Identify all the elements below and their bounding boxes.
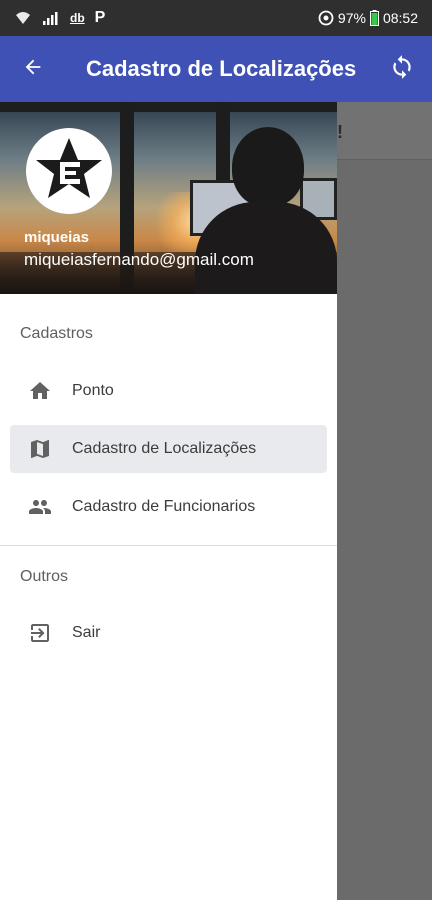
content-text-fragment: ! xyxy=(337,122,343,142)
exit-icon xyxy=(28,621,52,645)
content-scrim[interactable]: ! xyxy=(337,102,432,900)
parking-app-icon: P xyxy=(94,9,106,26)
map-icon xyxy=(28,437,52,461)
people-icon xyxy=(28,495,52,519)
home-icon xyxy=(28,379,52,403)
page-title: Cadastro de Localizações xyxy=(86,56,357,81)
navigation-drawer: miqueias miqueiasfernando@gmail.com Cada… xyxy=(0,102,337,900)
user-logo-icon xyxy=(36,138,102,198)
nav-item-label: Cadastro de Localizações xyxy=(72,440,257,457)
battery-percentage: 97% xyxy=(337,10,366,26)
nav-item-label: Sair xyxy=(72,624,101,641)
drawer-header: miqueias miqueiasfernando@gmail.com xyxy=(0,102,337,294)
clock: 08:52 xyxy=(382,10,418,26)
user-email: miqueiasfernando@gmail.com xyxy=(24,250,254,269)
nav-item-cadastro-funcionarios[interactable]: Cadastro de Funcionarios xyxy=(10,483,327,531)
signal-icon xyxy=(42,11,60,25)
section-label-outros: Outros xyxy=(20,568,69,585)
status-bar: db P 97% 08:52 xyxy=(0,0,432,36)
refresh-button[interactable] xyxy=(372,36,432,102)
nav-item-cadastro-localizacoes[interactable]: Cadastro de Localizações xyxy=(10,425,327,473)
app-bar: Cadastro de Localizações xyxy=(0,36,432,102)
back-button[interactable] xyxy=(0,36,66,102)
header-background-person-head xyxy=(232,127,304,207)
sync-status-icon xyxy=(318,10,334,26)
user-name: miqueias xyxy=(24,229,90,246)
wifi-calling-icon xyxy=(14,10,32,26)
sync-icon xyxy=(389,54,415,85)
section-label-cadastros: Cadastros xyxy=(20,325,93,342)
status-left: db P xyxy=(14,9,105,27)
nav-item-ponto[interactable]: Ponto xyxy=(10,367,327,415)
section-divider xyxy=(0,545,337,546)
nav-item-label: Cadastro de Funcionarios xyxy=(72,498,256,515)
battery-icon xyxy=(369,10,379,26)
content-row: ! xyxy=(337,102,432,160)
nav-item-label: Ponto xyxy=(72,382,114,399)
status-right: 97% 08:52 xyxy=(318,10,418,26)
db-icon: db xyxy=(70,11,85,25)
arrow-back-icon xyxy=(22,56,44,83)
nav-item-sair[interactable]: Sair xyxy=(10,609,327,657)
header-background-person-body xyxy=(195,202,337,294)
avatar[interactable] xyxy=(26,128,112,214)
